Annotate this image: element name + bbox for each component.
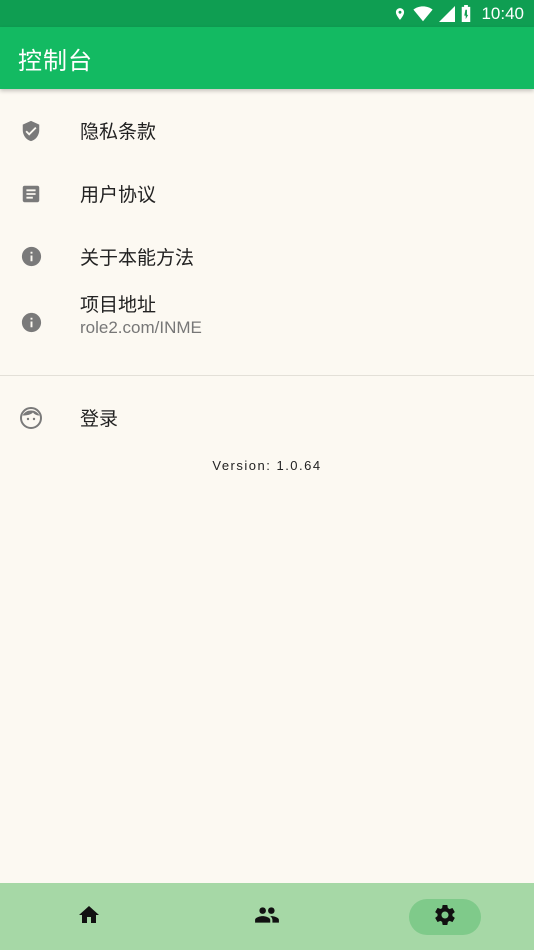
nav-home-button[interactable] [53,899,125,935]
status-bar: 10:40 [0,0,534,27]
menu-item-label: 登录 [80,408,119,430]
document-icon [19,182,43,206]
battery-icon [461,5,471,22]
location-icon [393,6,407,22]
menu-item-project-address[interactable]: 项目地址 role2.com/INME [0,288,534,351]
nav-people-button[interactable] [231,899,303,935]
bottom-nav [0,883,534,950]
shield-check-icon [19,119,43,143]
face-icon [19,406,43,430]
menu-list: 隐私条款 用户协议 关于本能方法 项目地址 role2.com/INME [0,99,534,351]
menu-item-label: 用户协议 [80,184,157,206]
settings-icon [433,903,457,931]
version-text: Version: 1.0.64 [212,458,322,473]
status-time: 10:40 [481,3,524,23]
divider [0,375,534,376]
info-icon [19,310,43,334]
menu-item-privacy[interactable]: 隐私条款 [0,99,534,162]
nav-settings-button[interactable] [409,898,481,935]
menu-item-about[interactable]: 关于本能方法 [0,225,534,288]
menu-item-login[interactable]: 登录 [0,386,534,449]
home-icon [77,903,101,931]
page-title: 控制台 [18,46,93,75]
screen: 10:40 控制台 隐私条款 用户协议 关于本能方法 项目地址 role2.co… [0,0,534,950]
wifi-icon [413,5,434,22]
signal-icon [439,5,456,22]
menu-item-label: 项目地址 [80,294,157,316]
menu-item-user-agreement[interactable]: 用户协议 [0,162,534,225]
info-icon [19,245,43,269]
app-bar: 控制台 [0,27,534,89]
menu-item-label: 隐私条款 [80,121,157,143]
people-icon [254,902,280,932]
menu-item-sublabel: role2.com/INME [80,318,202,337]
menu-item-label: 关于本能方法 [80,247,195,269]
